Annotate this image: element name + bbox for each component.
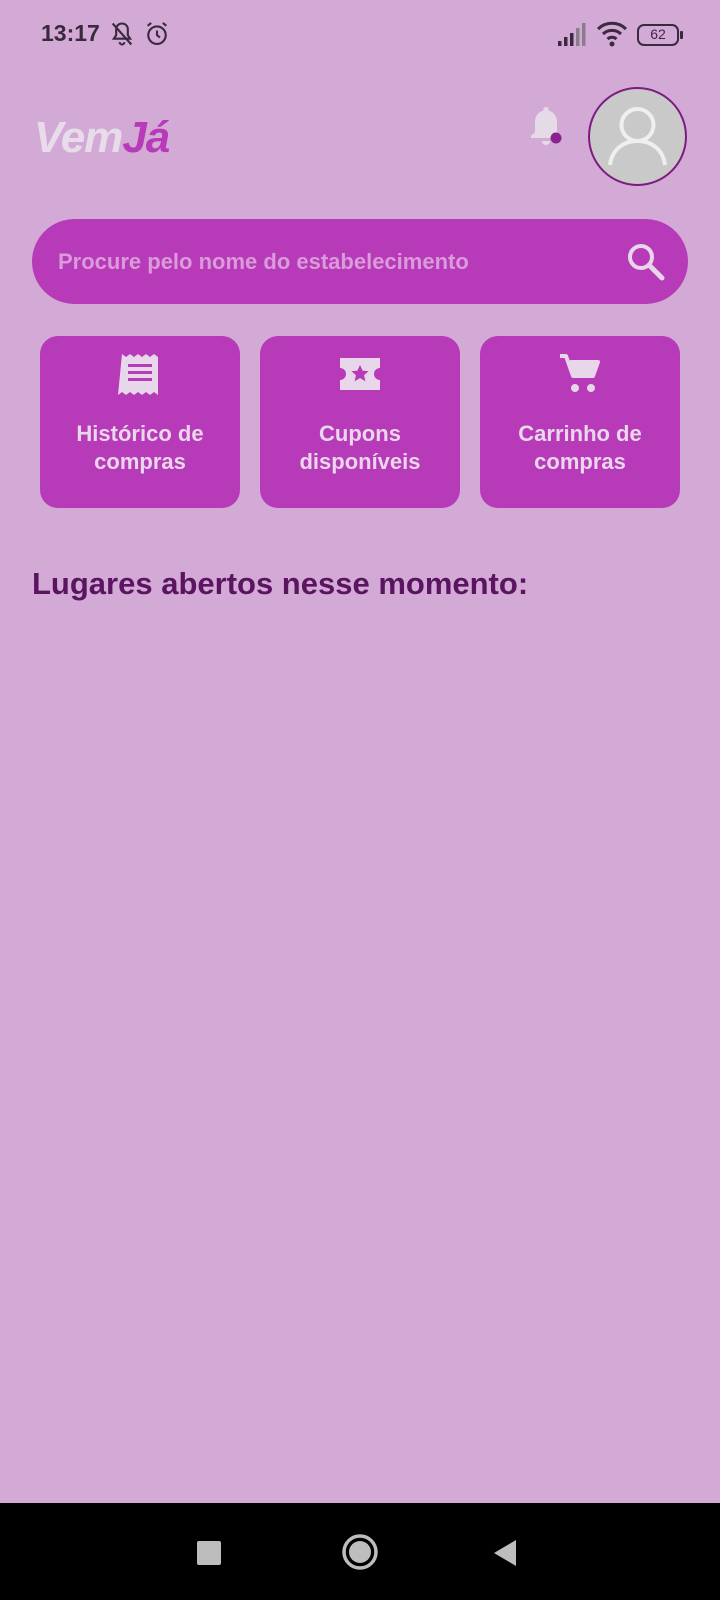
shopping-cart-button[interactable]: Carrinho de compras: [480, 336, 680, 508]
search-bar[interactable]: Procure pelo nome do estabelecimento: [32, 219, 688, 304]
signal-icon: [558, 23, 586, 46]
logo-part-ja: Já: [122, 113, 170, 162]
notifications-muted-icon: [111, 22, 133, 46]
recent-apps-icon[interactable]: [196, 1540, 222, 1566]
tile-label: Carrinho de compras: [518, 421, 642, 474]
battery-indicator: 62: [637, 24, 683, 46]
search-icon[interactable]: [624, 240, 668, 284]
app-logo: VemJá: [34, 113, 170, 163]
coupon-star-icon: [340, 358, 380, 390]
back-icon[interactable]: [492, 1538, 518, 1568]
shopping-cart-icon: [560, 354, 600, 392]
alarm-icon: [146, 22, 168, 45]
home-icon[interactable]: [340, 1532, 380, 1572]
user-avatar[interactable]: [588, 87, 687, 186]
tile-label: Cupons disponíveis: [299, 421, 421, 474]
bell-icon[interactable]: [526, 104, 566, 150]
wifi-icon: [596, 21, 628, 47]
receipt-icon: [118, 354, 158, 395]
user-avatar-icon: [608, 107, 667, 166]
available-coupons-button[interactable]: Cupons disponíveis: [260, 336, 460, 508]
open-places-title: Lugares abertos nesse momento:: [32, 566, 529, 601]
purchase-history-button[interactable]: Histórico de compras: [40, 336, 240, 508]
status-time: 13:17: [41, 20, 100, 46]
status-bar: 13:17 62: [0, 0, 720, 70]
search-input[interactable]: Procure pelo nome do estabelecimento: [58, 249, 469, 275]
tile-label: Histórico de compras: [76, 421, 204, 474]
system-navigation-bar: [0, 1503, 720, 1600]
battery-level: 62: [650, 26, 666, 42]
logo-part-vem: Vem: [34, 113, 123, 162]
